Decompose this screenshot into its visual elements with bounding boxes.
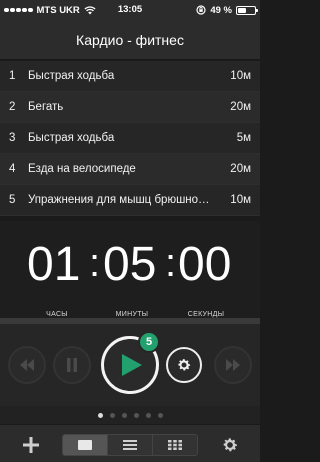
exercise-number: 5 [9, 194, 16, 206]
list-view-button[interactable] [108, 435, 153, 455]
round-count-badge: 5 [138, 331, 160, 353]
exercise-duration: 10м [230, 70, 251, 82]
timer-colon: : [165, 241, 177, 285]
bottom-toolbar [0, 424, 260, 462]
timer-colon: : [89, 241, 101, 285]
exercise-name: Упражнения для мышц брюшного пресса [28, 194, 216, 206]
exercise-duration: 5м [236, 132, 251, 144]
list-item[interactable]: 2 Бегать 20м [0, 92, 260, 123]
settings-icon [223, 438, 238, 452]
exercise-number: 3 [9, 132, 16, 144]
rewind-button[interactable] [8, 346, 46, 384]
hours-label: ЧАСЫ [46, 311, 68, 318]
page-dot[interactable] [133, 412, 139, 418]
exercise-name: Бегать [28, 101, 64, 113]
battery-icon [236, 5, 258, 15]
pause-button[interactable] [53, 346, 91, 384]
timer-minutes: 05 [103, 238, 157, 291]
view-mode-switch [62, 434, 198, 456]
page-indicator[interactable] [0, 406, 260, 424]
page-dot[interactable] [109, 412, 115, 418]
timer-display: 01 : 05 : 00 ЧАСЫ МИНУТЫ СЕКУНДЫ [0, 221, 260, 318]
timer-seconds: 00 [178, 238, 232, 291]
plus-icon [23, 437, 39, 453]
fast-forward-icon [226, 359, 240, 371]
list-item[interactable]: 5 Упражнения для мышц брюшного пресса 10… [0, 185, 260, 216]
exercise-duration: 10м [230, 194, 251, 206]
minutes-label: МИНУТЫ [115, 311, 149, 318]
status-bar: MTS UKR 13:05 49 % [0, 0, 260, 20]
page-dot[interactable] [157, 412, 163, 418]
play-icon [122, 354, 142, 376]
exercise-list: 1 Быстрая ходьба 10м 2 Бегать 20м 3 Быст… [0, 61, 260, 216]
add-button[interactable] [18, 434, 44, 456]
pause-icon [67, 358, 77, 372]
page-title: Кардио - фитнес [0, 20, 260, 60]
rewind-icon [20, 359, 34, 371]
exercise-name: Быстрая ходьба [28, 70, 115, 82]
card-view-button[interactable] [63, 435, 108, 455]
list-item[interactable]: 1 Быстрая ходьба 10м [0, 61, 260, 92]
exercise-number: 4 [9, 163, 16, 175]
list-view-icon [123, 440, 137, 450]
gear-icon [178, 359, 191, 371]
grid-view-icon [168, 440, 182, 450]
orientation-lock-icon [196, 5, 206, 15]
exercise-duration: 20м [230, 163, 251, 175]
exercise-name: Быстрая ходьба [28, 132, 115, 144]
page-dot[interactable] [97, 412, 103, 418]
fast-forward-button[interactable] [214, 346, 252, 384]
list-item[interactable]: 3 Быстрая ходьба 5м [0, 123, 260, 154]
grid-view-button[interactable] [153, 435, 197, 455]
card-view-icon [78, 440, 92, 450]
exercise-number: 1 [9, 70, 16, 82]
timer-settings-button[interactable] [166, 347, 202, 383]
timer-hours: 01 [27, 238, 81, 291]
exercise-name: Езда на велосипеде [28, 163, 136, 175]
settings-button[interactable] [218, 434, 242, 456]
exercise-number: 2 [9, 101, 16, 113]
list-item[interactable]: 4 Езда на велосипеде 20м [0, 154, 260, 185]
page-dot[interactable] [121, 412, 127, 418]
battery-percent: 49 % [210, 4, 232, 16]
exercise-duration: 20м [230, 101, 251, 113]
page-dot[interactable] [145, 412, 151, 418]
playback-controls: 5 [0, 324, 260, 406]
seconds-label: СЕКУНДЫ [187, 311, 225, 318]
